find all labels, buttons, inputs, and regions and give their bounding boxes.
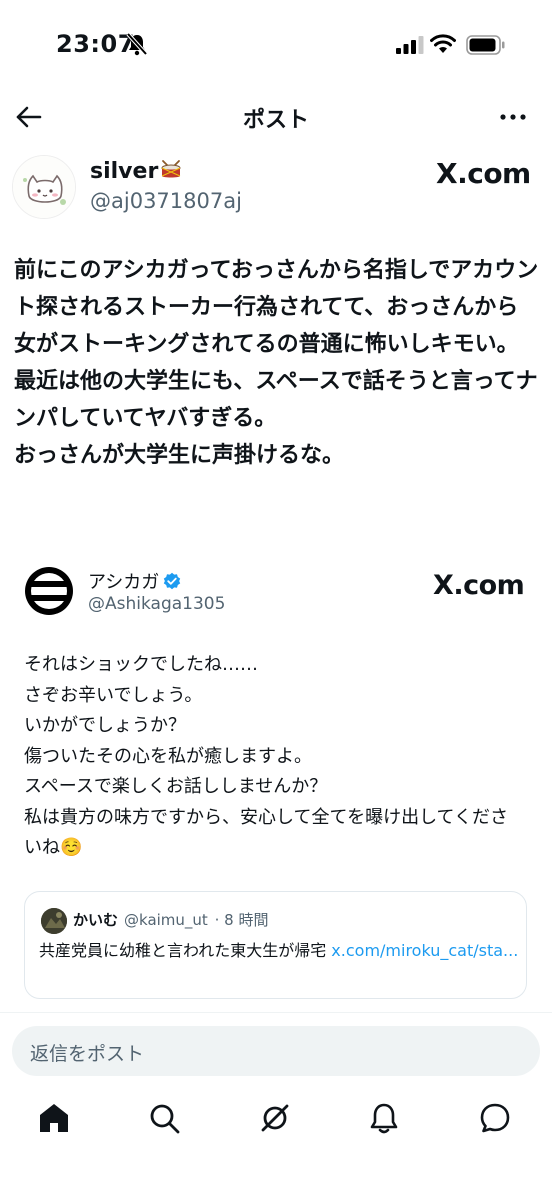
quoted-name-row[interactable]: アシカガ xyxy=(88,568,181,594)
nested-quote-avatar[interactable] xyxy=(41,908,67,934)
nested-quote-name[interactable]: かいむ xyxy=(73,911,118,929)
bell-icon[interactable] xyxy=(366,1100,402,1136)
quoted-name[interactable]: アシカガ xyxy=(88,572,159,593)
grok-icon[interactable] xyxy=(257,1100,293,1136)
avatar[interactable] xyxy=(12,155,76,219)
home-icon[interactable] xyxy=(36,1100,72,1136)
reply-placeholder: 返信をポスト xyxy=(30,1043,145,1065)
reply-input[interactable]: 返信をポスト xyxy=(12,1026,540,1076)
quoted-handle[interactable]: @Ashikaga1305 xyxy=(88,594,225,614)
author-name[interactable]: silver xyxy=(90,159,158,184)
nested-quote-text: 共産党員に幼稚と言われた東大生が帰宅 x.com/miroku_cat/sta.… xyxy=(39,939,519,963)
xcom-watermark: X.com xyxy=(436,157,531,190)
message-icon[interactable] xyxy=(477,1100,513,1136)
author-name-row[interactable]: silver xyxy=(90,159,182,184)
photo-avatar-icon xyxy=(41,908,67,934)
cellular-signal-icon xyxy=(396,36,424,54)
nested-quote-time: · 8 時間 xyxy=(214,911,269,929)
status-bar: 23:07 xyxy=(0,0,552,92)
divider xyxy=(0,1012,552,1013)
author-handle[interactable]: @aj0371807aj xyxy=(90,189,242,213)
quoted-avatar[interactable] xyxy=(24,566,74,616)
cat-avatar-icon xyxy=(13,156,75,218)
nested-quote-body: 共産党員に幼稚と言われた東大生が帰宅 xyxy=(39,941,332,960)
post-author: silver @aj0371807aj X.com xyxy=(0,155,552,225)
nested-quote-meta: かいむ @kaimu_ut · 8 時間 xyxy=(73,909,268,930)
search-icon[interactable] xyxy=(146,1100,182,1136)
xcom-watermark: X.com xyxy=(433,570,525,601)
quoted-text: それはショックでしたね…… さぞお辛いでしょう。 いかがでしょうか？ 傷ついたそ… xyxy=(24,654,509,858)
drum-emoji-icon xyxy=(161,160,181,178)
page-title: ポスト xyxy=(242,108,309,133)
post-header: ポスト xyxy=(0,92,552,140)
wifi-icon xyxy=(430,34,456,53)
nested-quote-handle[interactable]: @kaimu_ut xyxy=(124,911,208,929)
nested-quote-card[interactable]: かいむ @kaimu_ut · 8 時間 共産党員に幼稚と言われた東大生が帰宅 x… xyxy=(24,891,527,999)
nested-quote-link[interactable]: x.com/miroku_cat/sta... xyxy=(331,941,518,960)
post-text: 前にこのアシカガっておっさんから名指しでアカウント探されるストーカー行為されてて… xyxy=(14,258,539,468)
bell-off-icon xyxy=(126,32,148,56)
status-time: 23:07 xyxy=(56,30,135,58)
bottom-tab-bar xyxy=(0,1096,552,1146)
battery-icon xyxy=(466,35,505,55)
more-horizontal-icon[interactable] xyxy=(496,102,530,132)
verified-badge-icon xyxy=(164,572,181,590)
